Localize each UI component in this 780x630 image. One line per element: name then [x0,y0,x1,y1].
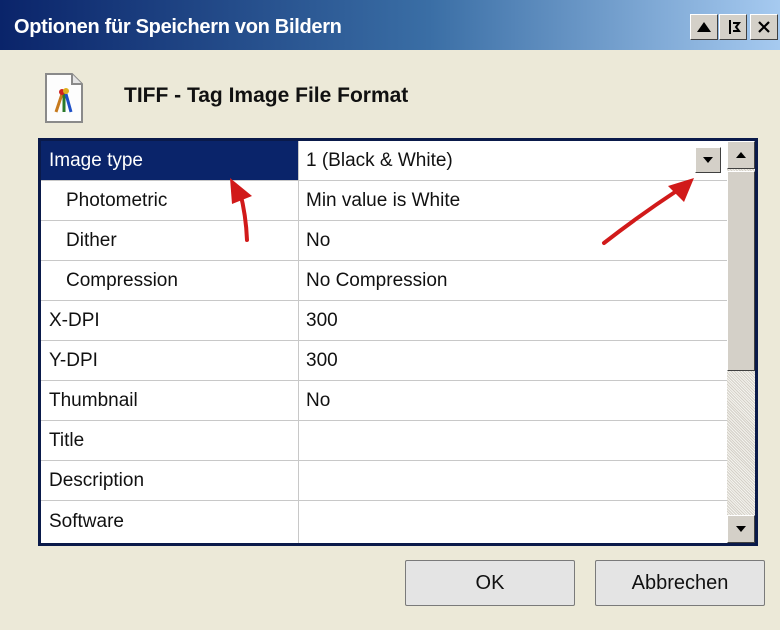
format-title: TIFF - Tag Image File Format [124,84,409,107]
property-grid: Image type 1 (Black & White) Photometric… [38,138,758,546]
property-row-x-dpi[interactable]: X-DPI 300 [41,301,727,341]
property-value[interactable] [299,501,727,543]
property-value: 1 (Black & White) [306,149,453,171]
property-value[interactable] [299,421,727,460]
property-name: Description [41,461,299,500]
property-row-software[interactable]: Software [41,501,727,543]
close-icon[interactable] [750,14,778,40]
property-name: Photometric [41,181,299,220]
property-row-photometric[interactable]: Photometric Min value is White [41,181,727,221]
property-name: Thumbnail [41,381,299,420]
property-value[interactable]: Min value is White [299,181,727,220]
property-name: Software [41,501,299,543]
property-row-y-dpi[interactable]: Y-DPI 300 [41,341,727,381]
window-title: Optionen für Speichern von Bildern [14,16,342,38]
property-value[interactable]: No [299,381,727,420]
vertical-scrollbar[interactable] [727,141,755,543]
title-bar[interactable]: Optionen für Speichern von Bildern [0,0,780,50]
property-name: Image type [41,141,299,180]
property-name: X-DPI [41,301,299,340]
property-name: Dither [41,221,299,260]
property-name: Y-DPI [41,341,299,380]
property-name: Title [41,421,299,460]
property-value[interactable] [299,461,727,500]
property-row-image-type[interactable]: Image type 1 (Black & White) [41,141,727,181]
help-icon[interactable] [719,14,747,40]
ok-button[interactable]: OK [405,560,575,606]
property-value[interactable]: 300 [299,341,727,380]
save-options-dialog: Optionen für Speichern von Bildern TIFF … [0,0,780,630]
scroll-up-icon[interactable] [727,141,755,169]
scroll-down-icon[interactable] [727,515,755,543]
property-row-description[interactable]: Description [41,461,727,501]
scroll-thumb[interactable] [727,171,755,371]
property-value[interactable]: No Compression [299,261,727,300]
property-row-compression[interactable]: Compression No Compression [41,261,727,301]
cancel-button[interactable]: Abbrechen [595,560,765,606]
property-value[interactable]: 300 [299,301,727,340]
minimize-icon[interactable] [690,14,718,40]
property-value[interactable]: No [299,221,727,260]
property-row-title[interactable]: Title [41,421,727,461]
property-row-dither[interactable]: Dither No [41,221,727,261]
tiff-file-icon [44,72,84,124]
property-name: Compression [41,261,299,300]
dropdown-arrow-icon[interactable] [695,147,721,173]
property-row-thumbnail[interactable]: Thumbnail No [41,381,727,421]
image-type-select[interactable]: 1 (Black & White) [299,141,727,180]
